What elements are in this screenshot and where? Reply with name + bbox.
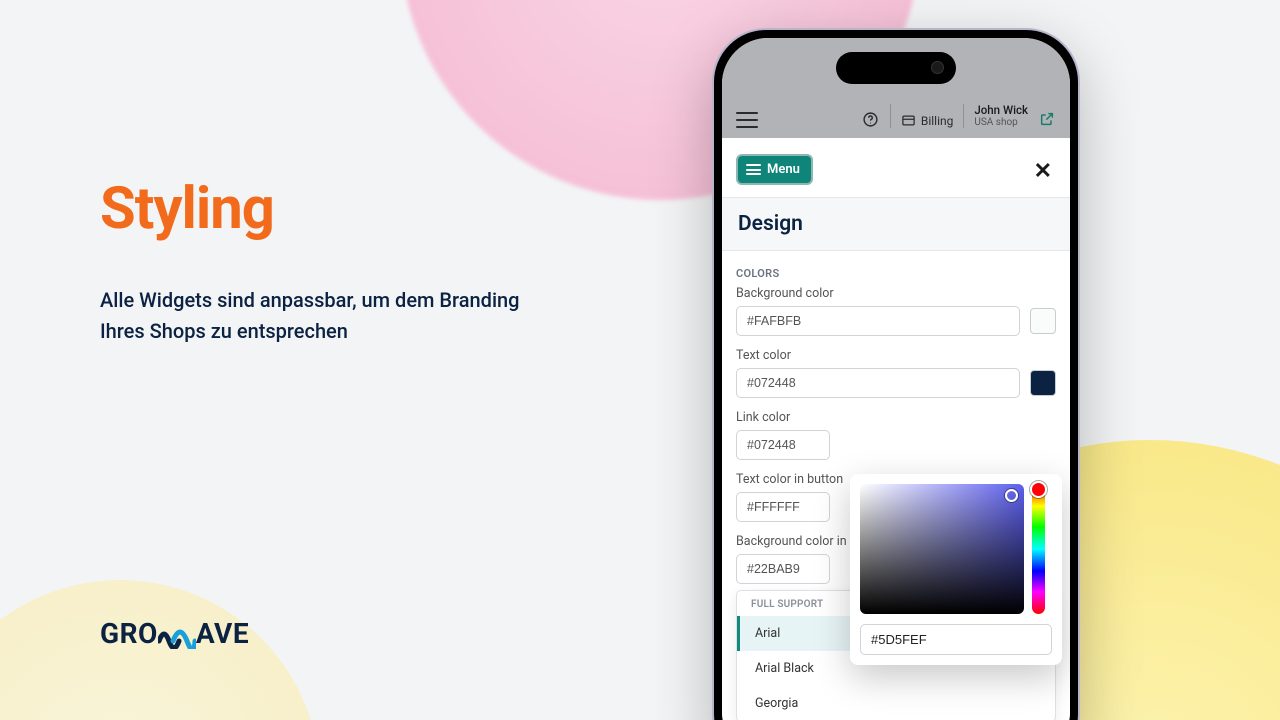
appbar-separator: [963, 104, 964, 128]
user-shop: USA shop: [974, 117, 1028, 128]
color-picker-hue-slider[interactable]: [1032, 484, 1045, 614]
colors-section-label: COLORS: [736, 267, 1056, 280]
field-background-color: Background color: [736, 286, 1056, 336]
close-icon[interactable]: ✕: [1034, 155, 1056, 184]
external-link-icon[interactable]: [1038, 110, 1056, 128]
link-color-input[interactable]: [736, 430, 830, 460]
color-picker: [850, 474, 1062, 665]
logo-text-post: AVE: [196, 617, 249, 650]
billing-link[interactable]: Billing: [901, 113, 954, 128]
field-text-color: Text color: [736, 348, 1056, 398]
color-picker-sv-cursor[interactable]: [1005, 489, 1018, 502]
growave-logo: GRO AVE: [100, 617, 249, 650]
phone-notch: [836, 52, 956, 84]
text-color-swatch[interactable]: [1030, 370, 1056, 396]
field-link-color: Link color: [736, 410, 1056, 460]
billing-label: Billing: [921, 114, 954, 128]
marketing-copy: Styling Alle Widgets sind anpassbar, um …: [100, 175, 520, 347]
content-area: Menu ✕ Design COLORS Background color Te…: [722, 138, 1070, 720]
menu-bar: Menu ✕: [722, 138, 1070, 197]
link-color-label: Link color: [736, 410, 1056, 425]
logo-wave-icon: [158, 621, 196, 649]
phone-frame: Billing John Wick USA shop Menu ✕ Design: [712, 28, 1080, 720]
user-name: John Wick: [974, 104, 1028, 117]
bg-color-label: Background color: [736, 286, 1056, 301]
help-icon[interactable]: [862, 110, 880, 128]
text-color-input[interactable]: [736, 368, 1020, 398]
user-block[interactable]: John Wick USA shop: [974, 104, 1028, 128]
bg-color-input[interactable]: [736, 306, 1020, 336]
menu-button-label: Menu: [767, 162, 800, 177]
phone-screen: Billing John Wick USA shop Menu ✕ Design: [722, 38, 1070, 720]
appbar-separator: [890, 104, 891, 128]
menu-lines-icon: [746, 164, 761, 175]
color-picker-hex-input[interactable]: [860, 624, 1052, 655]
menu-button[interactable]: Menu: [736, 154, 813, 185]
font-option-georgia[interactable]: Georgia: [737, 686, 1055, 720]
text-color-label: Text color: [736, 348, 1056, 363]
color-picker-sv-area[interactable]: [860, 484, 1024, 614]
billing-icon: [901, 113, 916, 128]
bg-blob-yellow-small: [0, 580, 320, 720]
color-picker-hue-cursor[interactable]: [1030, 481, 1047, 498]
btn-bg-color-input[interactable]: [736, 554, 830, 584]
btn-text-color-input[interactable]: [736, 492, 830, 522]
section-heading-design: Design: [722, 197, 1070, 251]
hamburger-icon[interactable]: [736, 112, 758, 128]
page-subtitle: Alle Widgets sind anpassbar, um dem Bran…: [100, 285, 520, 347]
logo-text-pre: GRO: [100, 617, 158, 650]
bg-color-swatch[interactable]: [1030, 308, 1056, 334]
page-title: Styling: [100, 175, 520, 243]
